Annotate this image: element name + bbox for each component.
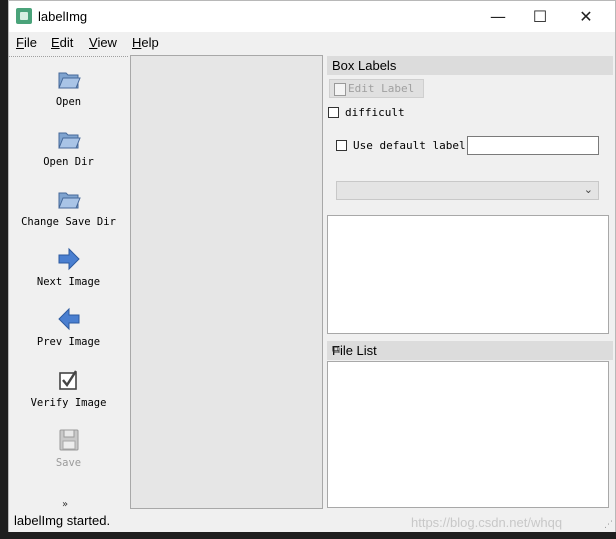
box-labels-header: Box Labels: [327, 56, 613, 75]
next-image-button[interactable]: Next Image: [9, 246, 128, 288]
menu-help-label: elp: [141, 35, 159, 50]
menu-edit-label: dit: [59, 35, 74, 50]
default-label-input[interactable]: [467, 136, 599, 155]
float-dock-icon[interactable]: ⧉: [332, 343, 609, 357]
edit-label-text: Edit Label: [348, 82, 415, 95]
background-terminal: [0, 0, 8, 539]
change-save-dir-button[interactable]: Change Save Dir: [9, 186, 128, 228]
resize-grip-icon[interactable]: ⋰: [604, 520, 613, 530]
menu-edit[interactable]: Edit: [51, 35, 73, 50]
file-list-header: File List ⧉: [327, 341, 613, 360]
minimize-button[interactable]: —: [475, 1, 521, 32]
prev-image-button[interactable]: Prev Image: [9, 306, 128, 348]
title-bar[interactable]: labelImg — ☐ ✕: [9, 1, 615, 32]
left-toolbar: Open Open Dir Change Save Dir Next Image: [9, 56, 128, 510]
window-title: labelImg: [38, 9, 88, 24]
open-dir-button[interactable]: Open Dir: [9, 126, 128, 168]
open-label: Open: [55, 96, 82, 108]
watermark-text: https://blog.csdn.net/whqq: [411, 515, 563, 530]
checkbox-icon: [58, 370, 77, 390]
menu-bar: File Edit View Help: [9, 32, 615, 54]
difficult-label: difficult: [345, 106, 405, 119]
edit-label-button[interactable]: Edit Label: [329, 79, 424, 98]
folder-icon: [57, 132, 81, 149]
open-button[interactable]: Open: [9, 66, 128, 108]
chevron-down-icon: ⌄: [583, 183, 593, 196]
labelimg-window: labelImg — ☐ ✕ File Edit View Help Open …: [8, 0, 616, 532]
difficult-checkbox[interactable]: [328, 107, 339, 118]
verify-image-button[interactable]: Verify Image: [9, 367, 128, 409]
change-save-dir-label: Change Save Dir: [21, 216, 116, 228]
arrow-right-icon: [58, 247, 80, 271]
open-dir-label: Open Dir: [43, 156, 94, 168]
label-combo-box[interactable]: ⌄: [336, 181, 599, 200]
menu-file[interactable]: File: [16, 35, 37, 50]
menu-edit-mnemonic: E: [51, 35, 60, 50]
next-image-label: Next Image: [36, 276, 101, 288]
verify-image-label: Verify Image: [30, 397, 107, 409]
menu-view-label: iew: [97, 35, 117, 50]
background-terminal-bottom: [0, 532, 616, 539]
label-list[interactable]: [327, 215, 609, 334]
status-bar: labelImg started. https://blog.csdn.net/…: [9, 509, 615, 532]
arrow-left-icon: [57, 307, 79, 331]
box-labels-title: Box Labels: [332, 58, 397, 73]
status-message: labelImg started.: [14, 513, 111, 528]
image-canvas[interactable]: [130, 55, 323, 509]
file-list[interactable]: [327, 361, 609, 508]
menu-view[interactable]: View: [89, 35, 117, 50]
use-default-label-checkbox[interactable]: [336, 140, 347, 151]
menu-file-label: ile: [23, 35, 37, 50]
save-label: Save: [55, 457, 82, 469]
floppy-icon: [59, 429, 78, 451]
save-button[interactable]: Save: [9, 427, 128, 469]
close-button[interactable]: ✕: [563, 1, 609, 32]
use-default-label-text: Use default label: [353, 139, 466, 152]
pencil-icon: [334, 83, 346, 96]
menu-file-mnemonic: F: [16, 35, 24, 50]
menu-help[interactable]: Help: [132, 35, 159, 50]
menu-help-mnemonic: H: [132, 35, 142, 50]
folder-icon: [57, 192, 81, 209]
folder-icon: [57, 72, 81, 89]
maximize-button[interactable]: ☐: [517, 1, 563, 32]
app-icon: [16, 8, 32, 24]
prev-image-label: Prev Image: [36, 336, 101, 348]
